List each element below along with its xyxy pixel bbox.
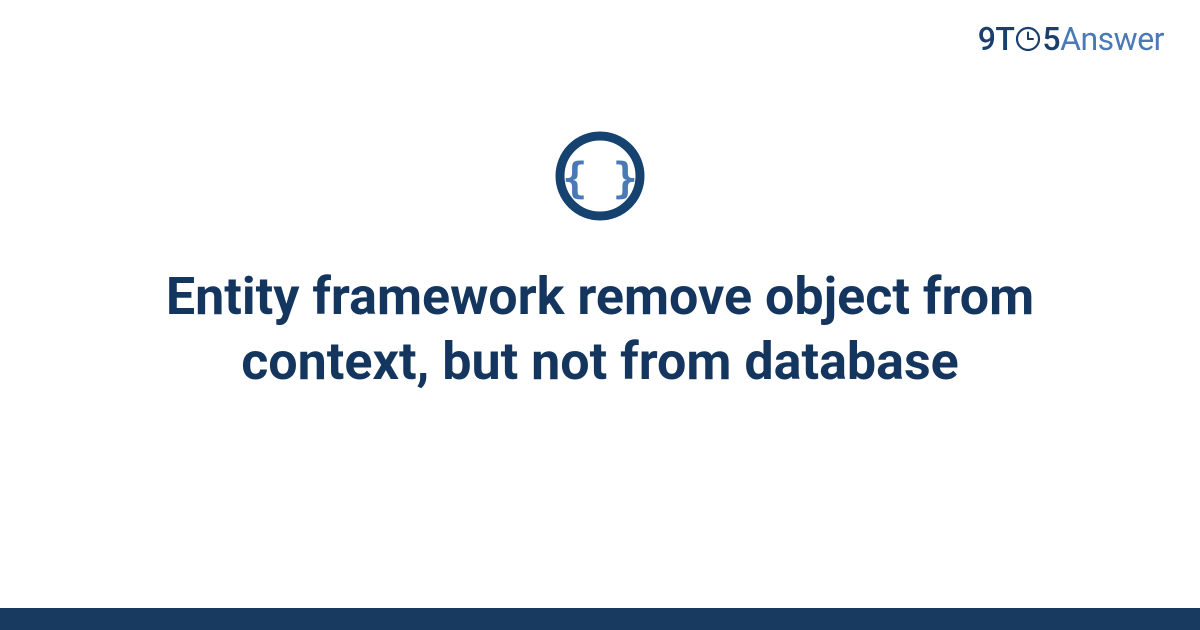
svg-text:{ }: { } [562, 154, 638, 203]
site-brand: 9T 5 Answer [978, 20, 1164, 58]
brand-text-suffix: Answer [1060, 20, 1164, 58]
braces-icon: { } [552, 128, 648, 224]
brand-text-mid: 5 [1042, 20, 1060, 58]
brand-text-prefix: 9T [978, 20, 1015, 58]
footer-bar [0, 608, 1200, 630]
clock-icon [1015, 26, 1041, 52]
page-title: Entity framework remove object from cont… [110, 264, 1090, 394]
